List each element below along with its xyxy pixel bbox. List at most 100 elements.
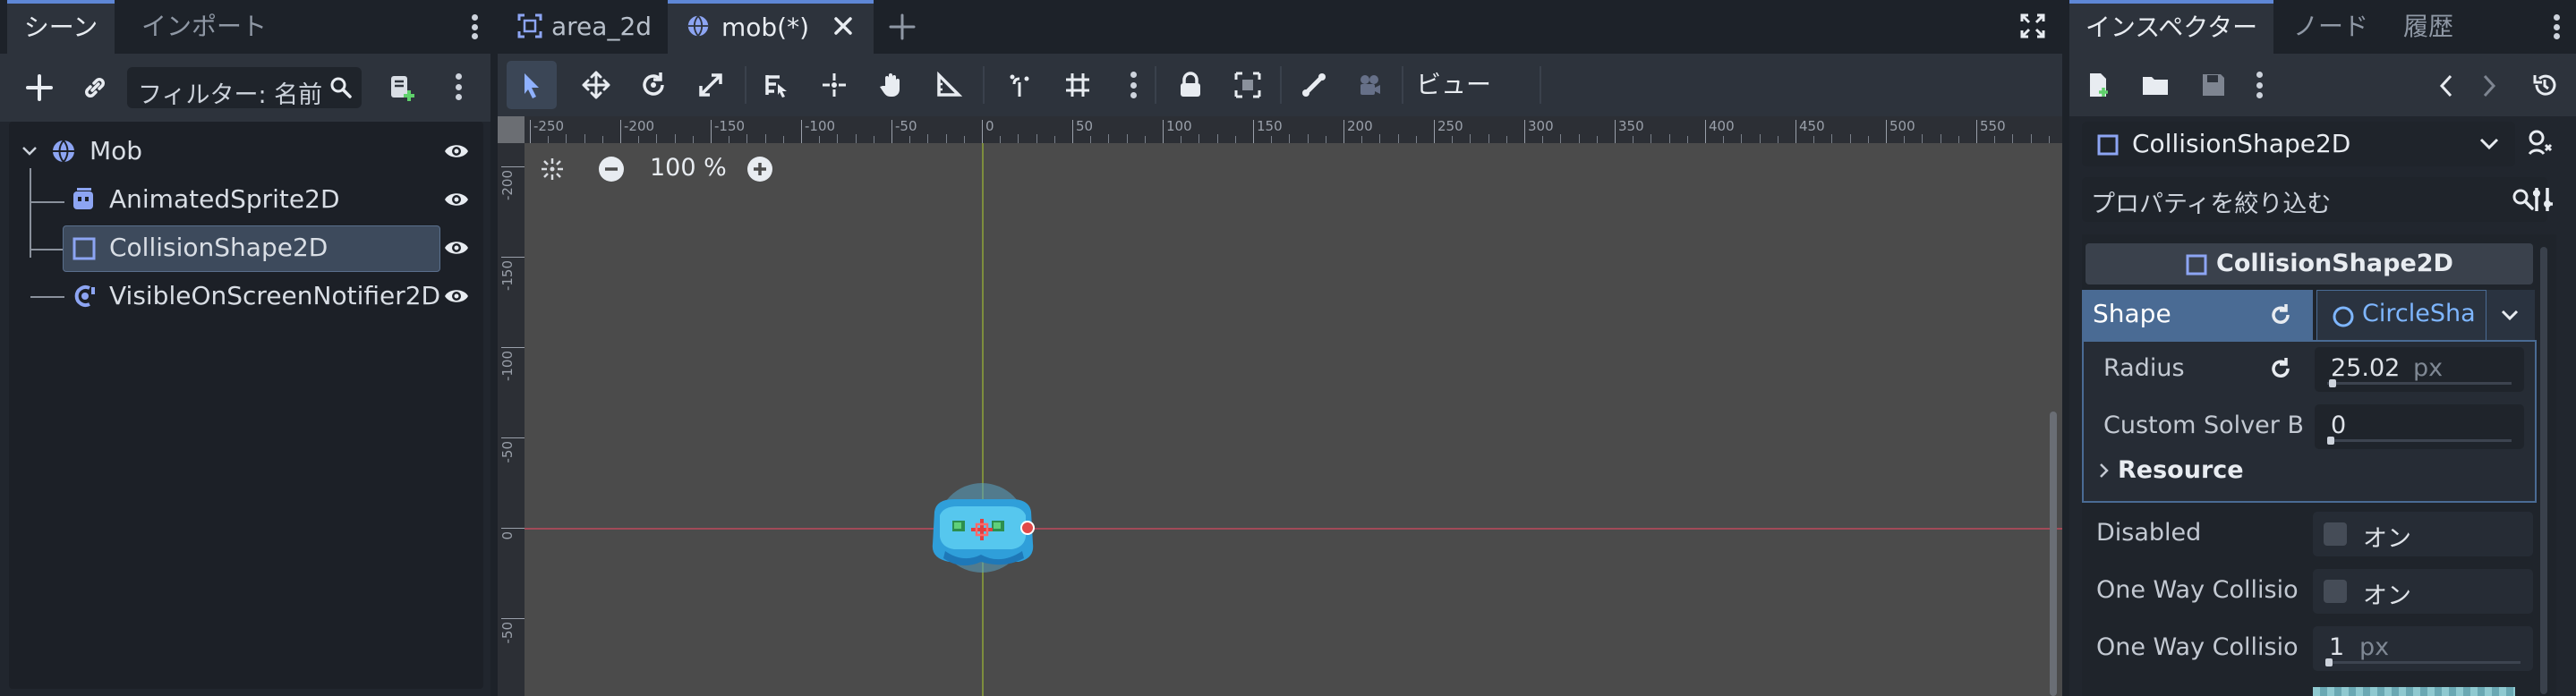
center-view-icon[interactable] bbox=[539, 156, 566, 182]
scene-menu-icon[interactable] bbox=[455, 73, 462, 100]
zoom-in-icon[interactable] bbox=[746, 156, 773, 182]
grid-snap-icon[interactable] bbox=[1058, 66, 1097, 104]
color-swatch[interactable] bbox=[2313, 687, 2515, 696]
visibility-eye-icon[interactable] bbox=[444, 238, 469, 258]
scene-tab-mob[interactable]: mob(*) bbox=[668, 0, 874, 57]
visibility-eye-icon[interactable] bbox=[444, 286, 469, 306]
revert-icon[interactable] bbox=[2268, 356, 2293, 381]
save-icon[interactable] bbox=[2200, 72, 2227, 98]
add-tab-icon[interactable] bbox=[888, 13, 917, 41]
tab-scene[interactable]: シーン bbox=[7, 0, 115, 57]
move-mode-icon[interactable] bbox=[576, 66, 616, 104]
close-icon[interactable] bbox=[832, 15, 854, 37]
ruler-tick bbox=[501, 528, 525, 529]
attach-script-icon[interactable] bbox=[381, 68, 421, 107]
disabled-checkbox[interactable]: オン bbox=[2313, 512, 2533, 556]
checkbox-box[interactable] bbox=[2324, 522, 2347, 546]
ruler-minor-tick bbox=[1126, 134, 1128, 143]
view-menu-button[interactable]: ビュー bbox=[1416, 66, 1491, 104]
skeleton-bone-icon[interactable] bbox=[1294, 66, 1334, 104]
ruler-horizontal: -250 -200 -150 -100 -50 0 50 100 150 200 250 300 350… bbox=[498, 116, 2062, 143]
visibility-eye-icon[interactable] bbox=[444, 141, 469, 161]
shape-resource-picker[interactable]: CircleSha bbox=[2316, 290, 2486, 342]
camera-override-icon[interactable] bbox=[1350, 66, 1389, 104]
ruler-minor-tick bbox=[1560, 134, 1562, 143]
tab-inspector[interactable]: インスペクター bbox=[2069, 0, 2273, 57]
inspector-scrollbar[interactable] bbox=[2540, 247, 2547, 694]
revert-icon[interactable] bbox=[2268, 302, 2293, 327]
ruler-minor-tick bbox=[674, 134, 676, 143]
ruler-minor-tick bbox=[1379, 134, 1381, 143]
ruler-tick bbox=[1615, 120, 1616, 143]
collision-shape-icon bbox=[2097, 134, 2119, 156]
ruler-minor-tick bbox=[1415, 136, 1417, 143]
object-history-icon[interactable] bbox=[2531, 72, 2558, 98]
ruler-mode-icon[interactable] bbox=[929, 66, 968, 104]
tree-item-label: AnimatedSprite2D bbox=[109, 184, 340, 214]
lock-icon[interactable] bbox=[1171, 66, 1210, 104]
shape-property-row[interactable]: Shape bbox=[2082, 290, 2313, 340]
smart-snap-icon[interactable] bbox=[1001, 66, 1040, 104]
rotate-mode-icon[interactable] bbox=[634, 66, 673, 104]
tree-item-visibleonscreennotifier2d[interactable]: VisibleOnScreenNotifier2D bbox=[9, 274, 483, 320]
radius-input[interactable]: 25.02 px bbox=[2315, 347, 2524, 392]
custom-solver-bias-input[interactable]: 0 bbox=[2315, 404, 2524, 449]
property-filter-input[interactable]: プロパティを絞り込む bbox=[2082, 177, 2547, 222]
canvas-viewport[interactable]: -250 -200 -150 -100 -50 0 50 100 150 200 250 300 350… bbox=[498, 116, 2062, 696]
canvas-toolbar: ビュー bbox=[498, 54, 2062, 116]
dock-menu-icon[interactable] bbox=[471, 14, 478, 39]
zoom-out-icon[interactable] bbox=[598, 156, 625, 182]
chevron-down-icon[interactable] bbox=[21, 145, 38, 157]
shape-subresource-panel: Radius 25.02 px Custom Solver B 0 Resour… bbox=[2082, 340, 2537, 503]
tree-item-label: VisibleOnScreenNotifier2D bbox=[109, 281, 441, 310]
new-resource-icon[interactable] bbox=[2086, 72, 2112, 98]
tab-node[interactable]: ノード bbox=[2284, 0, 2377, 54]
pivot-mode-icon[interactable] bbox=[815, 66, 854, 104]
history-forward-icon[interactable] bbox=[2481, 73, 2497, 98]
one-way-collision-checkbox[interactable]: オン bbox=[2313, 569, 2533, 614]
shape-dropdown-button[interactable] bbox=[2486, 290, 2535, 340]
toolbar-separator bbox=[745, 66, 746, 104]
inspector-dock-menu-icon[interactable] bbox=[2553, 14, 2560, 39]
add-node-icon[interactable] bbox=[21, 70, 57, 106]
node-docs-icon[interactable] bbox=[2524, 127, 2556, 159]
history-back-icon[interactable] bbox=[2438, 73, 2454, 98]
tab-history[interactable]: 履歴 bbox=[2388, 0, 2469, 54]
scale-mode-icon[interactable] bbox=[691, 66, 730, 104]
radius-slider[interactable] bbox=[2327, 379, 2512, 387]
snap-options-icon[interactable] bbox=[1130, 72, 1137, 98]
open-folder-icon[interactable] bbox=[2141, 72, 2170, 98]
mob-sprite[interactable] bbox=[918, 465, 1053, 581]
tree-item-collisionshape2d[interactable]: CollisionShape2D bbox=[9, 225, 483, 272]
zoom-level[interactable]: 100 % bbox=[650, 154, 727, 182]
ruler-label: -100 bbox=[499, 351, 516, 382]
ruler-minor-tick bbox=[1759, 134, 1761, 143]
visibility-eye-icon[interactable] bbox=[444, 190, 469, 209]
tree-item-label: CollisionShape2D bbox=[109, 233, 328, 262]
one-way-margin-input[interactable]: 1 px bbox=[2313, 626, 2533, 671]
scene-dock-tabbar: シーン インポート bbox=[0, 0, 490, 57]
chevron-right-icon[interactable] bbox=[2098, 462, 2111, 480]
viewport-scrollbar[interactable] bbox=[2050, 412, 2057, 696]
tab-import[interactable]: インポート bbox=[125, 0, 283, 54]
tree-item-mob[interactable]: Mob bbox=[9, 129, 483, 175]
scene-filter-input[interactable]: フィルター: 名前 bbox=[127, 67, 362, 109]
node-selector-dropdown[interactable]: CollisionShape2D bbox=[2082, 122, 2515, 166]
distraction-free-icon[interactable] bbox=[2019, 13, 2046, 39]
pan-mode-icon[interactable] bbox=[872, 66, 911, 104]
property-options-icon[interactable] bbox=[2529, 184, 2560, 215]
tree-item-animatedsprite2d[interactable]: AnimatedSprite2D bbox=[9, 177, 483, 224]
ruler-tick bbox=[501, 257, 525, 258]
select-mode-icon[interactable] bbox=[507, 61, 557, 109]
checkbox-box[interactable] bbox=[2324, 580, 2347, 603]
scene-tab-area-2d[interactable]: area_2d bbox=[498, 0, 664, 54]
custom-solver-slider[interactable] bbox=[2327, 437, 2512, 445]
one-way-margin-slider[interactable] bbox=[2325, 658, 2521, 666]
link-icon[interactable] bbox=[77, 70, 113, 106]
ruler-minor-tick bbox=[1922, 134, 1923, 143]
resource-group[interactable]: Resource bbox=[2118, 456, 2244, 484]
group-icon[interactable] bbox=[1228, 66, 1267, 104]
list-select-icon[interactable] bbox=[757, 66, 797, 104]
resource-menu-icon[interactable] bbox=[2256, 72, 2263, 98]
ruler-label: -100 bbox=[805, 118, 836, 134]
